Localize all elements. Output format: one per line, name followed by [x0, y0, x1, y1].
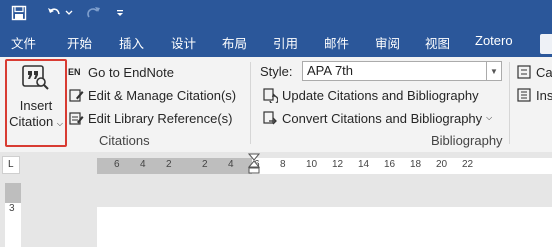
edit-library-reference-label: Edit Library Reference(s) [88, 110, 233, 126]
tab-layout[interactable]: 布局 [222, 33, 247, 52]
ruler-number: 4 [140, 159, 146, 170]
redo-icon[interactable] [84, 0, 102, 25]
tab-home[interactable]: 开始 [67, 33, 92, 52]
tab-help[interactable] [540, 34, 552, 54]
style-label: Style: [260, 63, 293, 79]
update-citations-button[interactable]: Update Citations and Bibliography [262, 86, 479, 105]
categorize-label: Cat [536, 64, 552, 80]
tab-mailings[interactable]: 邮件 [324, 33, 349, 52]
chevron-down-icon: ⌵ [56, 119, 63, 128]
tab-file[interactable]: 文件 [11, 33, 36, 52]
style-value: APA 7th [307, 63, 354, 78]
chevron-down-icon[interactable] [64, 0, 74, 25]
tab-selector[interactable]: L [2, 156, 20, 174]
citations-group-label: Citations [99, 133, 150, 148]
convert-citations-icon [262, 110, 278, 126]
update-citations-label: Update Citations and Bibliography [282, 87, 479, 103]
save-icon[interactable] [8, 0, 30, 25]
ruler-number: 12 [332, 159, 344, 170]
insert-citation-button[interactable]: Insert Citation ⌵ [5, 59, 67, 147]
ruler-top-margin [5, 183, 21, 203]
insert-citation-label-text: Citation [9, 114, 54, 129]
ruler-number: 6 [114, 159, 120, 170]
convert-citations-label: Convert Citations and Bibliography [282, 110, 483, 126]
ruler-number: 3 [9, 203, 15, 214]
edit-library-reference-button[interactable]: Edit Library Reference(s) [68, 109, 233, 127]
ribbon-tab-bar: 文件 开始 插入 设计 布局 引用 邮件 审阅 视图 Zotero [0, 25, 552, 57]
instant-formatting-button[interactable]: Ins [516, 86, 552, 104]
instant-formatting-label: Ins [536, 87, 552, 103]
tab-selector-glyph: L [8, 159, 14, 170]
go-to-endnote-label: Go to EndNote [88, 64, 174, 80]
tab-view[interactable]: 视图 [425, 33, 450, 52]
insert-citation-label-line1: Insert [19, 98, 53, 113]
ruler-number: 2 [202, 159, 208, 170]
convert-citations-button[interactable]: Convert Citations and Bibliography ⌵ [262, 109, 492, 127]
tab-insert[interactable]: 插入 [119, 33, 144, 52]
edit-manage-citations-button[interactable]: Edit & Manage Citation(s) [68, 86, 236, 104]
endnote-icon: EN [68, 67, 81, 77]
ruler-number: 20 [436, 159, 448, 170]
group-separator [250, 62, 251, 144]
edit-library-icon [68, 110, 84, 126]
insert-citation-label-line2: Citation ⌵ [7, 114, 65, 129]
quick-access-toolbar [0, 0, 552, 25]
chevron-down-icon: ⌵ [486, 113, 493, 122]
tab-references[interactable]: 引用 [273, 33, 298, 52]
ruler-number: 2 [166, 159, 172, 170]
ruler-number: 16 [384, 159, 396, 170]
insert-citation-icon [21, 65, 51, 91]
document-page[interactable] [97, 207, 552, 247]
style-dropdown[interactable]: APA 7th ▼ [302, 61, 502, 81]
customize-icon[interactable] [114, 0, 126, 25]
indent-marker[interactable] [247, 153, 261, 181]
ruler-number: 10 [306, 159, 318, 170]
categorize-button[interactable]: Cat [516, 63, 552, 81]
horizontal-ruler[interactable]: 642246810121416182022 [97, 158, 552, 174]
chevron-down-icon[interactable]: ▼ [486, 62, 501, 80]
go-to-endnote-button[interactable]: EN Go to EndNote [68, 63, 174, 81]
group-separator [509, 62, 510, 144]
ruler-number: 14 [358, 159, 370, 170]
edit-citation-icon [68, 87, 84, 103]
vertical-ruler[interactable]: 3 [5, 183, 21, 247]
ruler-number: 8 [280, 159, 286, 170]
tab-design[interactable]: 设计 [171, 33, 196, 52]
ruler-number: 18 [410, 159, 422, 170]
categorize-icon [516, 64, 532, 80]
bibliography-group-label: Bibliography [431, 133, 503, 148]
ruler-number: 22 [462, 159, 474, 170]
instant-formatting-icon [516, 87, 532, 103]
ruler-number: 4 [228, 159, 234, 170]
tab-review[interactable]: 审阅 [375, 33, 400, 52]
edit-manage-citations-label: Edit & Manage Citation(s) [88, 87, 237, 103]
update-citations-icon [262, 87, 279, 105]
undo-icon[interactable] [44, 0, 64, 25]
tab-zotero[interactable]: Zotero [475, 33, 513, 48]
